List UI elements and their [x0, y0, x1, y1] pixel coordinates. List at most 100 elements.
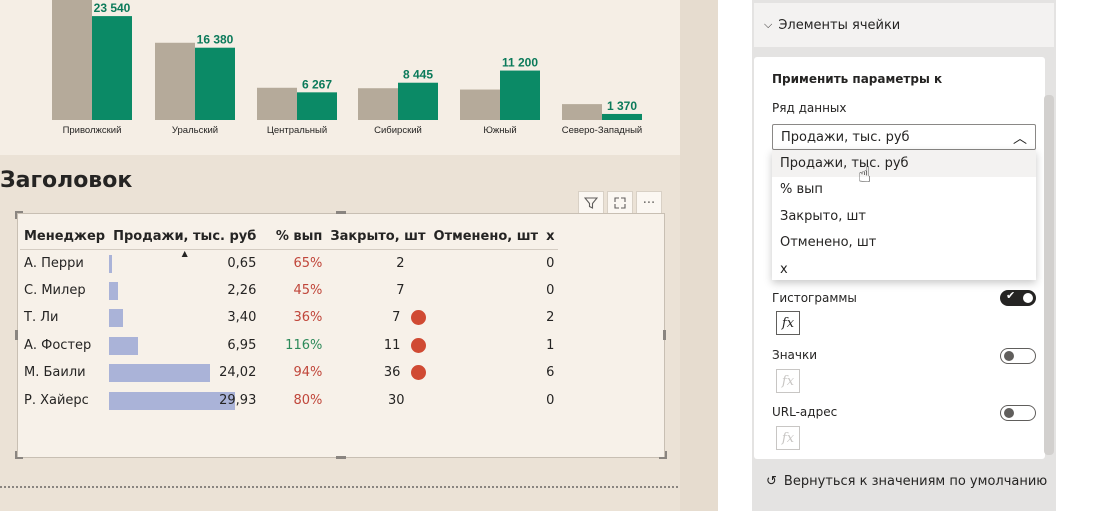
- histograms-label: Гистограммы: [772, 291, 857, 305]
- table-row[interactable]: А. Фостер 6,95 116% 11 1: [20, 332, 558, 360]
- url-toggle[interactable]: [1000, 405, 1036, 421]
- pane-scrollbar[interactable]: [1044, 95, 1054, 455]
- resize-handle-top[interactable]: [336, 211, 346, 214]
- cell-sales: 0,65: [109, 249, 260, 277]
- col-header-manager[interactable]: Менеджер: [20, 224, 110, 250]
- bar-series-1[interactable]: [52, 0, 92, 121]
- series-option[interactable]: % вып: [772, 177, 1036, 204]
- filter-icon[interactable]: [578, 191, 604, 215]
- cell-closed: 2: [326, 249, 429, 277]
- cell-pct: 36%: [293, 310, 323, 326]
- reset-to-default-link[interactable]: ↺ Вернуться к значениям по умолчанию: [754, 459, 1054, 503]
- histograms-fx-button[interactable]: fx: [776, 311, 800, 335]
- cell-sales: 24,02: [109, 359, 260, 387]
- cell-closed: 30: [326, 387, 429, 415]
- col-header-closed[interactable]: Закрыто, шт: [326, 224, 430, 250]
- hand-pointer-icon: ☝: [858, 163, 872, 188]
- data-bar: [109, 364, 211, 382]
- visual-title: Заголовок: [0, 168, 133, 193]
- table-row[interactable]: М. Баили 24,02 94% 36 6: [20, 359, 558, 387]
- cell-closed: 7: [326, 277, 429, 305]
- data-bar: [109, 254, 113, 273]
- series-selected: Продажи, тыс. руб: [781, 129, 910, 145]
- data-bar: [109, 309, 124, 327]
- category-label: Приволжский: [63, 125, 122, 136]
- cell-manager: А. Фостер: [24, 337, 92, 353]
- table-row[interactable]: А. Перри 0,65 65% 2 0: [20, 249, 558, 277]
- table-row[interactable]: Р. Хайерс 29,93 80% 30 0: [20, 387, 558, 415]
- red-circle-icon: [410, 365, 426, 381]
- bar-chart-visual[interactable]: 23 540 Приволжский 16 380 Уральский 6 267 Цен…: [0, 0, 680, 155]
- cell-sales-value: 6,95: [227, 337, 257, 353]
- bar-series-2[interactable]: [297, 92, 337, 120]
- table-row[interactable]: Т. Ли 3,40 36% 7 2: [20, 304, 558, 332]
- series-dropdown[interactable]: Продажи, тыс. руб ︿: [772, 124, 1036, 150]
- apply-to-label: Применить параметры к: [772, 72, 943, 86]
- cell-pct: 116%: [285, 337, 323, 353]
- section-cell-elements[interactable]: ⌵ Элементы ячейки: [754, 3, 1054, 47]
- resize-handle-bottom[interactable]: [336, 456, 346, 459]
- histograms-toggle[interactable]: ✔: [1000, 289, 1036, 306]
- cell-sales: 6,95: [109, 332, 260, 360]
- series-option[interactable]: Отменено, шт: [772, 230, 1036, 257]
- col-header-sales[interactable]: Продажи, тыс. руб ▲: [109, 224, 261, 258]
- category-label: Северо-Западный: [562, 125, 642, 136]
- category-label: Центральный: [267, 125, 327, 136]
- cell-x: 2: [546, 310, 555, 326]
- cell-manager: А. Перри: [24, 255, 84, 271]
- cell-sales-value: 29,93: [219, 392, 257, 408]
- bar-series-2[interactable]: [398, 82, 438, 120]
- cell-sales-value: 2,26: [227, 282, 257, 298]
- checkmark-icon: ✔: [1006, 289, 1016, 302]
- bar-series-1[interactable]: [155, 42, 195, 120]
- resize-corner-bl[interactable]: [15, 451, 23, 459]
- resize-corner-tl[interactable]: [15, 211, 23, 219]
- report-canvas: 23 540 Приволжский 16 380 Уральский 6 267 Цен…: [0, 0, 718, 511]
- table-row[interactable]: С. Милер 2,26 45% 7 0: [20, 277, 558, 305]
- url-fx-button[interactable]: fx: [776, 426, 800, 450]
- cell-pct: 80%: [293, 392, 323, 408]
- bar-series-1[interactable]: [257, 87, 297, 120]
- cell-manager: Р. Хайерс: [24, 392, 89, 408]
- bar-series-2[interactable]: [500, 70, 540, 120]
- cell-canceled: [430, 359, 543, 387]
- cell-canceled: [430, 249, 543, 277]
- toggle-knob: [1004, 408, 1014, 418]
- bar-series-1[interactable]: [460, 89, 500, 120]
- resize-handle-left[interactable]: [15, 330, 18, 340]
- cell-closed: 7: [326, 304, 429, 332]
- icons-fx-button[interactable]: fx: [776, 369, 800, 393]
- red-circle-icon: [410, 337, 426, 353]
- reset-label: Вернуться к значениям по умолчанию: [783, 473, 1048, 489]
- format-pane: ⌵ Элементы ячейки Применить параметры к …: [752, 0, 1097, 511]
- cell-manager: Т. Ли: [24, 310, 59, 326]
- cell-closed: 11: [326, 332, 429, 360]
- cell-sales-value: 0,65: [227, 255, 257, 271]
- cell-pct: 94%: [293, 365, 323, 381]
- icons-toggle[interactable]: [1000, 348, 1036, 364]
- cell-sales-value: 3,40: [227, 310, 257, 326]
- cell-canceled: [430, 332, 543, 360]
- category-label: Южный: [483, 125, 516, 136]
- cell-closed-value: 11: [383, 337, 401, 353]
- bar-series-2[interactable]: [92, 16, 132, 120]
- series-option[interactable]: x: [772, 256, 1036, 283]
- series-option[interactable]: Продажи, тыс. руб: [772, 150, 1036, 177]
- bar-series-2[interactable]: [195, 47, 235, 120]
- resize-corner-br[interactable]: [659, 451, 667, 459]
- bar-series-2[interactable]: [602, 113, 642, 120]
- col-header-canceled[interactable]: Отменено, шт: [429, 224, 543, 250]
- series-dropdown-list: Продажи, тыс. руб% вып Закрыто, шт Отменен…: [772, 150, 1036, 280]
- resize-handle-right[interactable]: [663, 330, 666, 340]
- bar-series-1[interactable]: [358, 88, 398, 120]
- focus-mode-icon[interactable]: [607, 191, 633, 215]
- cell-closed-value: 7: [396, 282, 405, 298]
- col-header-pct[interactable]: % вып: [260, 224, 327, 250]
- series-option[interactable]: Закрыто, шт: [772, 203, 1036, 230]
- data-table: Менеджер Продажи, тыс. руб ▲ % вып Закры…: [20, 224, 559, 415]
- bar-series-1[interactable]: [562, 104, 602, 120]
- more-options-icon[interactable]: ···: [636, 191, 662, 215]
- col-header-x[interactable]: x: [542, 224, 559, 250]
- cell-canceled: [430, 304, 543, 332]
- bar-chart: 23 540 Приволжский 16 380 Уральский 6 267 Цен…: [52, 0, 642, 136]
